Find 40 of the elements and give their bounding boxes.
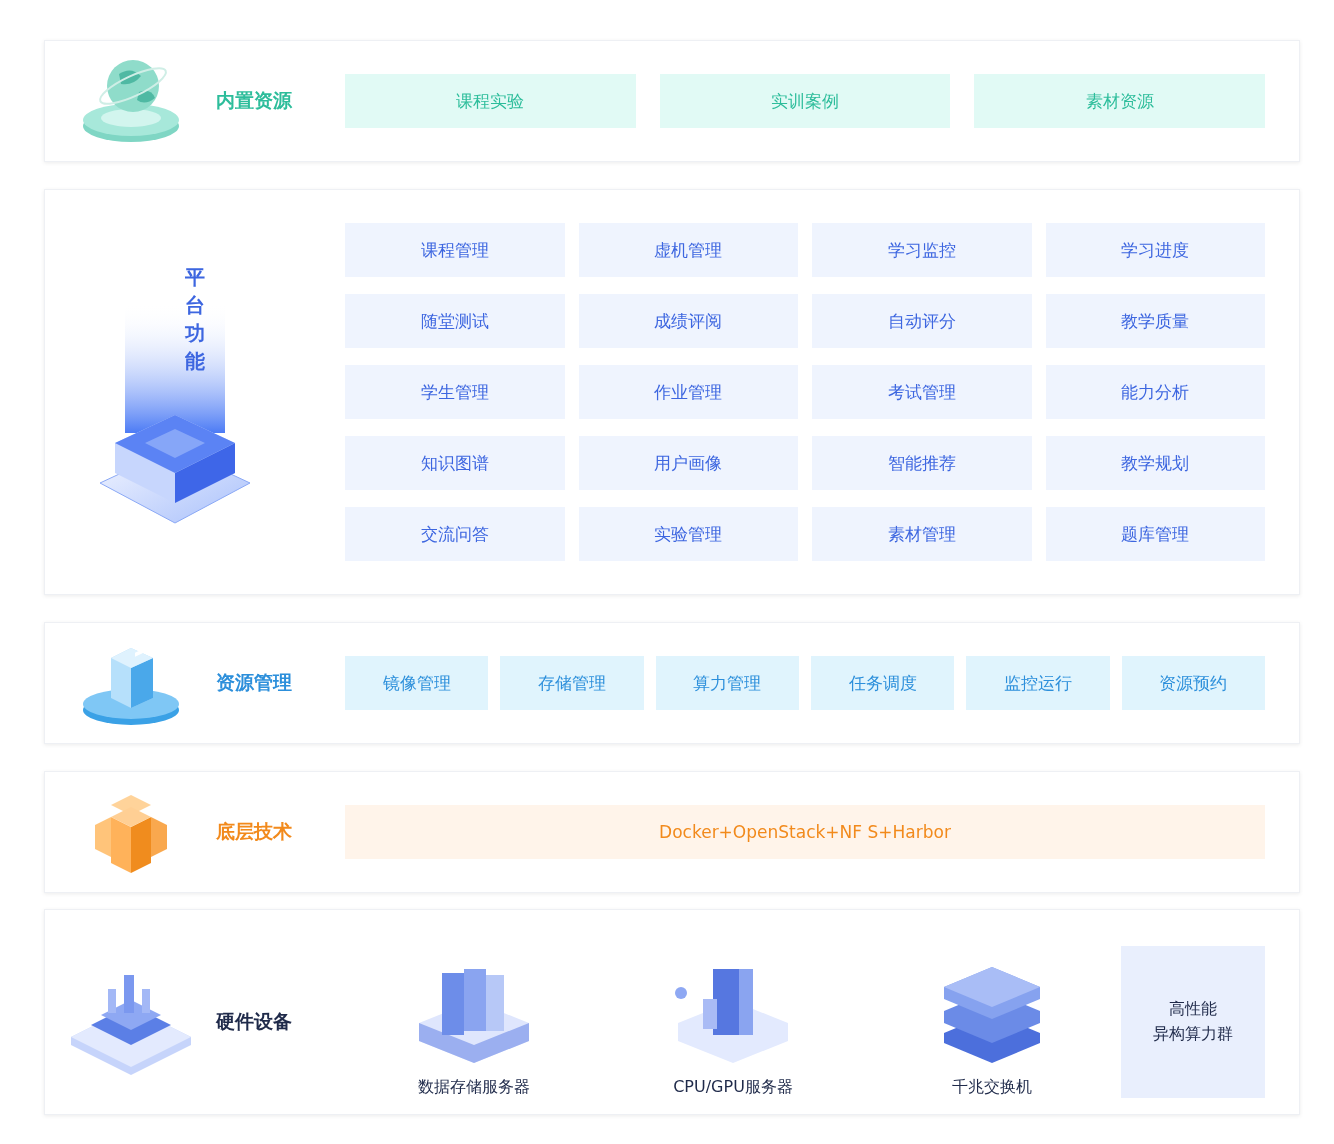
feature-item: 素材资源 xyxy=(974,74,1265,128)
feature-item: 交流问答 xyxy=(345,507,565,561)
feature-item: 监控运行 xyxy=(966,656,1110,710)
feature-item: 学习监控 xyxy=(812,223,1032,277)
feature-item: 任务调度 xyxy=(811,656,955,710)
feature-item: 知识图谱 xyxy=(345,436,565,490)
device-label: 千兆交换机 xyxy=(951,1077,1032,1098)
section-title: 硬件设备 xyxy=(216,1009,293,1034)
feature-item: 随堂测试 xyxy=(345,294,565,348)
feature-item: 智能推荐 xyxy=(812,436,1032,490)
feature-item: 学习进度 xyxy=(1045,223,1265,277)
feature-item: 自动评分 xyxy=(812,294,1032,348)
feature-item: 存储管理 xyxy=(500,656,644,710)
feature-item: 虚机管理 xyxy=(578,223,798,277)
feature-item: 考试管理 xyxy=(812,365,1032,419)
feature-item: 课程管理 xyxy=(345,223,565,277)
cluster-label: 高性能 xyxy=(1169,999,1217,1020)
feature-item: 实训案例 xyxy=(659,74,951,128)
cluster-label: 异构算力群 xyxy=(1153,1024,1233,1045)
feature-item: 成绩评阅 xyxy=(578,294,798,348)
feature-item: 作业管理 xyxy=(578,365,798,419)
feature-item: 镜像管理 xyxy=(345,656,489,710)
feature-item: 教学质量 xyxy=(1045,294,1265,348)
device-label: 数据存储服务器 xyxy=(418,1077,531,1098)
device-label: CPU/GPU服务器 xyxy=(673,1077,793,1098)
feature-item: 算力管理 xyxy=(655,656,799,710)
feature-item: 课程实验 xyxy=(345,74,636,128)
section-title: 内置资源 xyxy=(216,88,293,113)
section-title: 平台功能 xyxy=(185,264,205,375)
feature-item: 题库管理 xyxy=(1045,507,1265,561)
feature-item: 素材管理 xyxy=(812,507,1032,561)
section-title: 资源管理 xyxy=(216,670,293,695)
feature-item: 资源预约 xyxy=(1121,656,1265,710)
feature-item: 学生管理 xyxy=(345,365,565,419)
feature-item: 用户画像 xyxy=(578,436,798,490)
feature-item: 实验管理 xyxy=(578,507,798,561)
feature-item: 能力分析 xyxy=(1045,365,1265,419)
feature-item: 教学规划 xyxy=(1045,436,1265,490)
tech-banner: Docker+OpenStack+NF S+Harbor xyxy=(345,805,1265,859)
section-title: 底层技术 xyxy=(216,819,293,844)
